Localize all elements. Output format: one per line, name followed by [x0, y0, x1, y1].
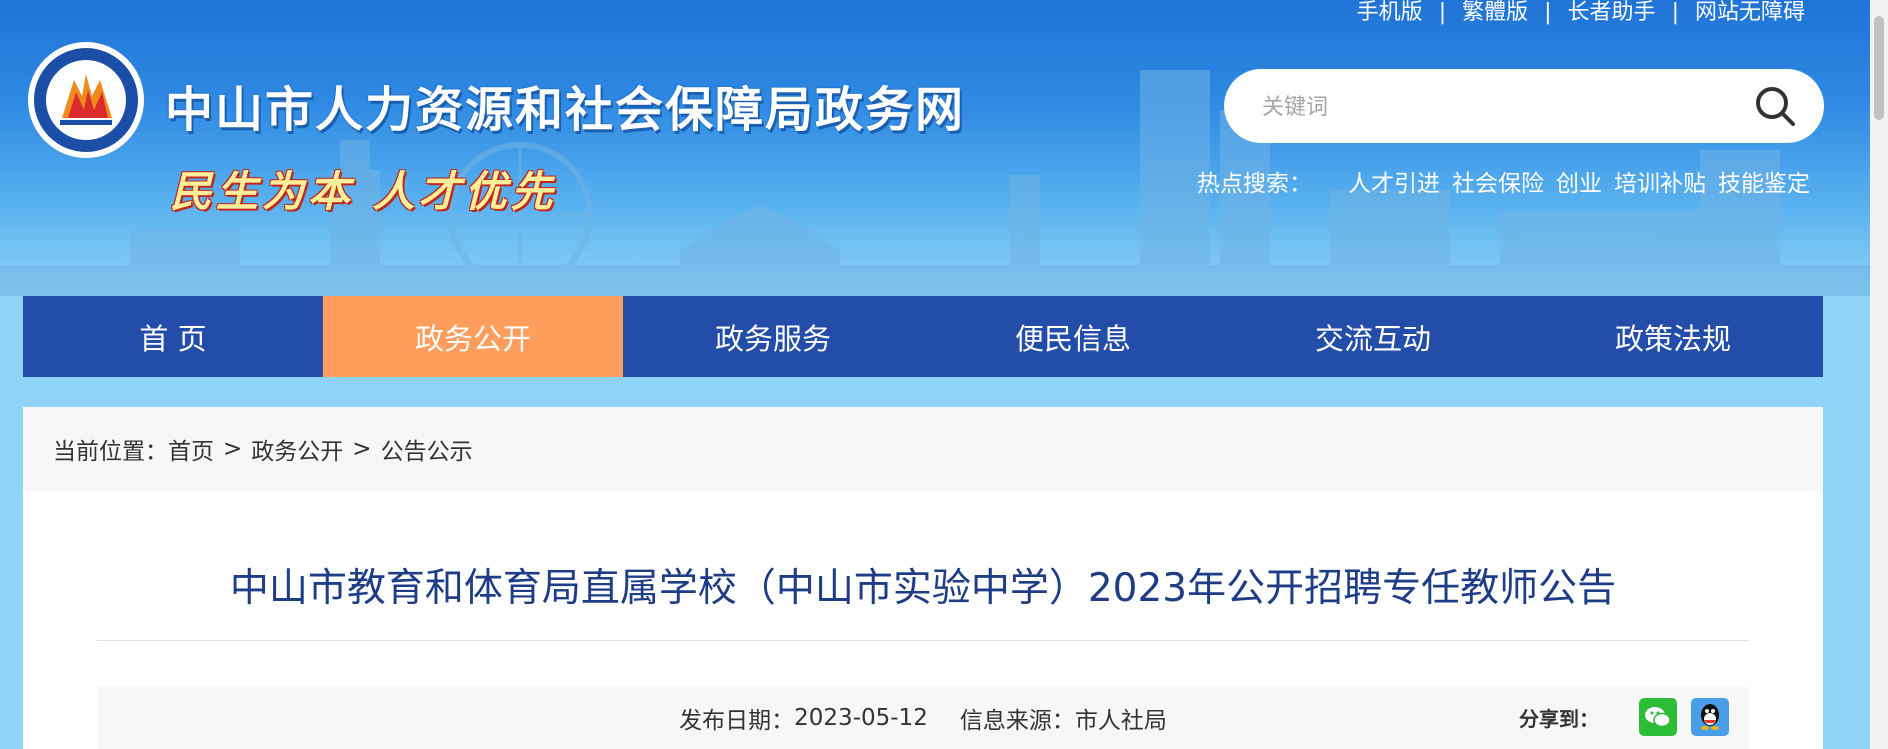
wechat-glyph [1645, 707, 1671, 728]
breadcrumb-item-government-affairs[interactable]: 政务公开 [251, 432, 343, 466]
search-input[interactable] [1260, 85, 1734, 129]
accessibility-link[interactable]: 网站无障碍 [1695, 0, 1805, 25]
search-icon[interactable] [1752, 83, 1798, 129]
separator: | [1438, 0, 1447, 25]
qq-glyph [1701, 704, 1719, 730]
breadcrumb-separator: > [352, 436, 372, 462]
source-value: 市人社局 [1074, 708, 1167, 734]
nav-item-government-services[interactable]: 政务服务 [623, 296, 923, 377]
nav-item-interaction[interactable]: 交流互动 [1223, 296, 1523, 377]
source-label: 信息来源： [959, 708, 1075, 734]
site-slogan: 民生为本 人才优先 [170, 167, 557, 216]
nav-item-policies[interactable]: 政策法规 [1523, 296, 1823, 377]
share-label: 分享到： [1519, 706, 1599, 731]
article-meta: 发布日期： 2023-05-12 信息来源： 市人社局 [97, 687, 1749, 749]
hot-search-item[interactable]: 技能鉴定 [1718, 171, 1810, 197]
traditional-chinese-link[interactable]: 繁體版 [1462, 0, 1528, 25]
elderly-assistant-link[interactable]: 长者助手 [1568, 0, 1656, 25]
separator: | [1671, 0, 1679, 25]
hot-search-item[interactable]: 人才引进 [1348, 171, 1440, 197]
publish-date-label: 发布日期： [679, 708, 795, 734]
content-panel: 当前位置： 首页 > 政务公开 > 公告公示 中山市教育和体育局直属学校（中山市实验中学）… [23, 407, 1823, 749]
hot-search-bar: 热点搜索： 人才引进 社会保险 创业 培训补贴 技能鉴定 [1197, 164, 1810, 198]
hot-search-item[interactable]: 培训补贴 [1614, 171, 1706, 197]
article-meta-bar: 发布日期： 2023-05-12 信息来源： 市人社局 分享到： [97, 687, 1749, 749]
nav-item-government-affairs[interactable]: 政务公开 [323, 296, 623, 377]
site-header: 手机版 | 繁體版 | 长者助手 | 网站无障碍 中山市人力资源和社会保障局政务网 民生为本… [0, 0, 1870, 296]
title-divider [97, 640, 1749, 641]
search-box [1224, 69, 1824, 143]
bureau-emblem-logo [28, 42, 144, 158]
scrollbar-thumb[interactable] [1874, 16, 1884, 120]
share-bar: 分享到： [1519, 697, 1729, 737]
city-skyline-illustration [0, 70, 1870, 296]
nav-item-public-info[interactable]: 便民信息 [923, 296, 1223, 377]
breadcrumb-separator: > [223, 436, 243, 462]
breadcrumb: 当前位置： 首页 > 政务公开 > 公告公示 [23, 407, 1823, 491]
hot-search-item[interactable]: 创业 [1556, 171, 1602, 197]
top-links-bar: 手机版 | 繁體版 | 长者助手 | 网站无障碍 [1357, 0, 1805, 26]
breadcrumb-prefix: 当前位置： [53, 439, 168, 465]
publish-date: 2023-05-12 [794, 705, 928, 731]
mobile-version-link[interactable]: 手机版 [1357, 0, 1423, 25]
nav-item-home[interactable]: 首 页 [23, 296, 323, 377]
qq-icon[interactable] [1691, 698, 1729, 736]
site-title: 中山市人力资源和社会保障局政务网 [165, 82, 966, 138]
main-nav: 首 页 政务公开 政务服务 便民信息 交流互动 政策法规 [23, 296, 1823, 377]
breadcrumb-item-announcements[interactable]: 公告公示 [381, 432, 473, 466]
article-title: 中山市教育和体育局直属学校（中山市实验中学）2023年公开招聘专任教师公告 [229, 566, 1617, 611]
separator: | [1544, 0, 1552, 25]
wechat-icon[interactable] [1639, 698, 1677, 736]
hot-search-item[interactable]: 社会保险 [1452, 171, 1544, 197]
hot-search-label: 热点搜索： [1197, 171, 1312, 197]
page-scrollbar[interactable] [1870, 0, 1888, 749]
breadcrumb-item-home[interactable]: 首页 [168, 432, 214, 466]
